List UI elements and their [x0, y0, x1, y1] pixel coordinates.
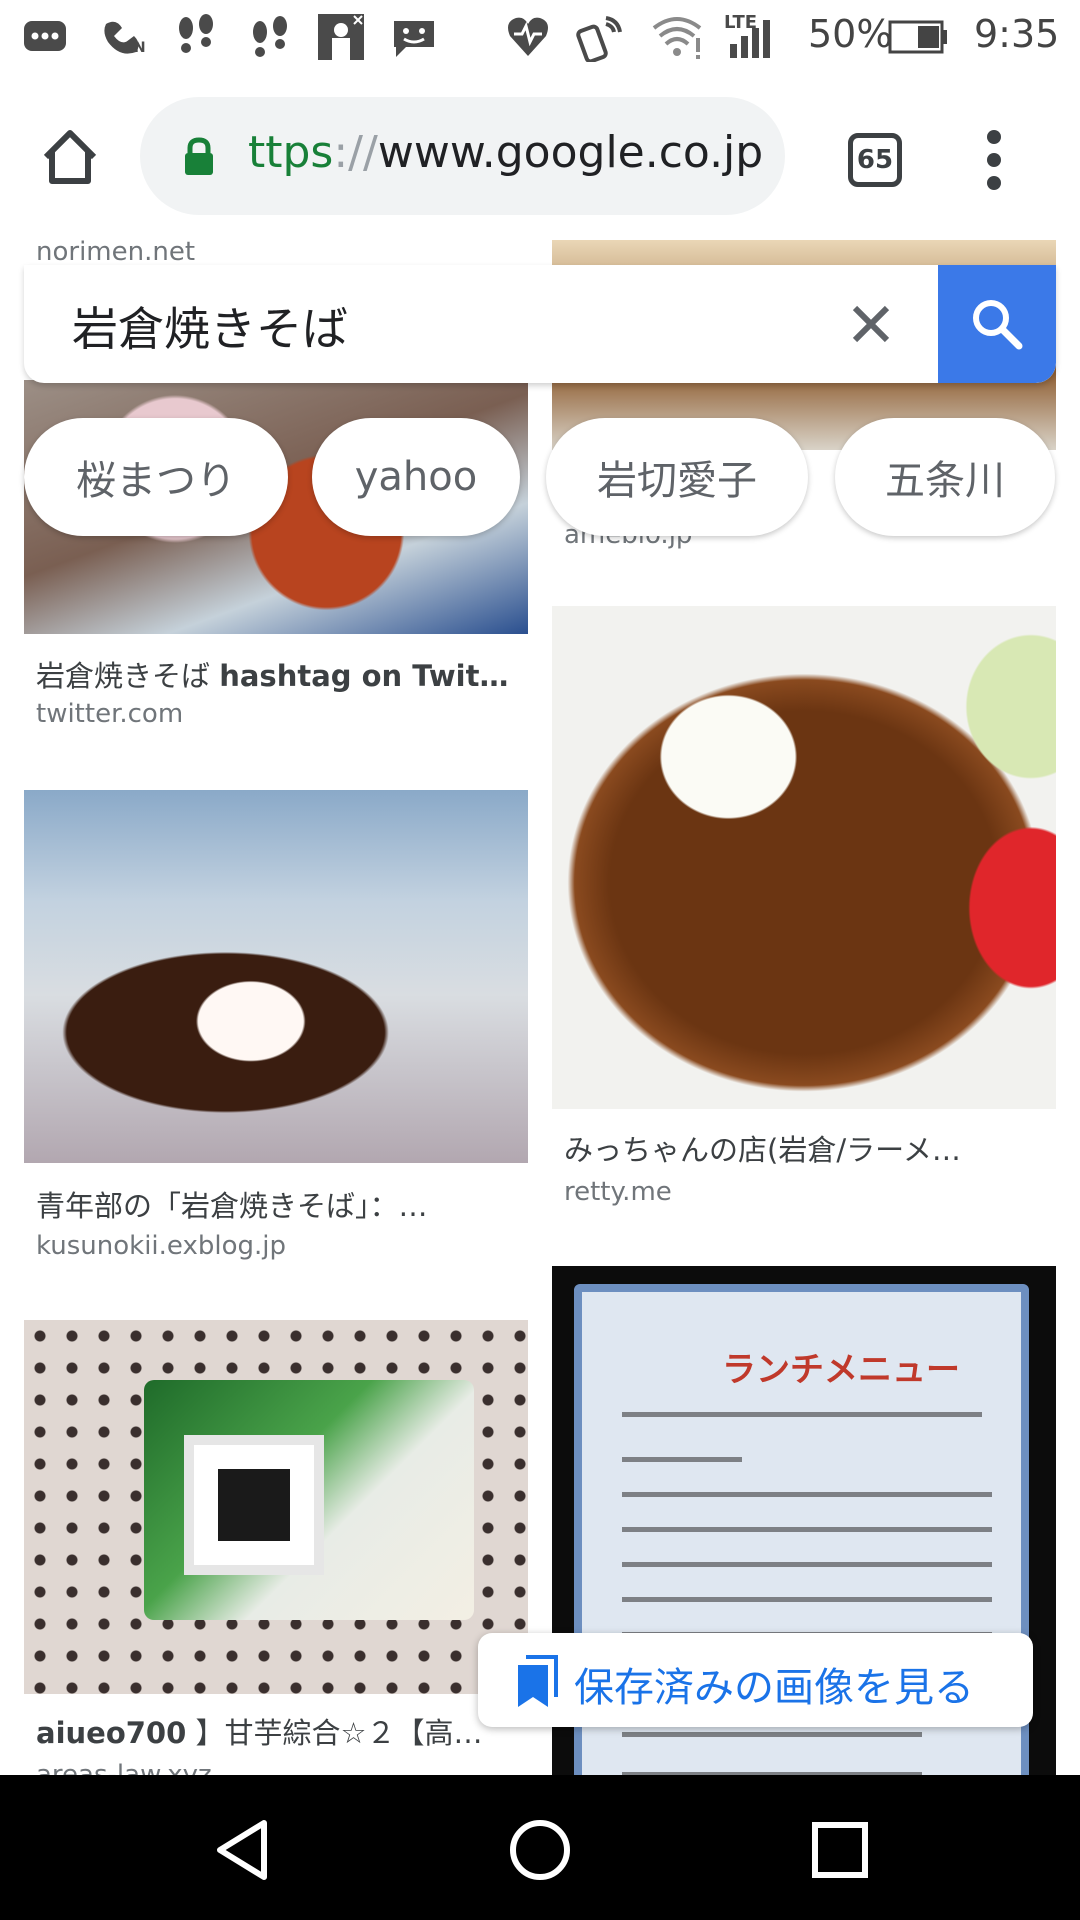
menu-board-title: ランチメニュー: [722, 1350, 960, 1390]
overflow-menu-button[interactable]: [975, 130, 1015, 190]
footsteps-icon: [248, 14, 292, 60]
related-chip[interactable]: 五条川: [835, 418, 1055, 536]
system-navigation-bar: [0, 1775, 1080, 1920]
close-icon: [852, 305, 890, 343]
home-icon: [43, 130, 97, 184]
nfc-tap-icon: [576, 14, 628, 62]
url-host: www.google.co.jp: [377, 127, 764, 178]
footsteps-icon: [174, 14, 218, 60]
search-box[interactable]: 岩倉焼きそば: [24, 265, 1056, 383]
battery-percent: 50%: [808, 12, 893, 56]
related-searches: 桜まつり yahoo 岩切愛子 五条川: [0, 418, 1080, 536]
url-scheme: ttps: [248, 127, 334, 178]
recents-button[interactable]: [795, 1805, 885, 1895]
clock: 9:35: [974, 12, 1060, 56]
related-chip[interactable]: yahoo: [312, 418, 520, 536]
tab-switcher-button[interactable]: 65: [848, 133, 902, 187]
search-input[interactable]: 岩倉焼きそば: [72, 293, 348, 359]
search-icon: [973, 300, 1023, 350]
back-button[interactable]: [196, 1805, 286, 1895]
result-title-en: aiueo700: [36, 1716, 187, 1750]
wifi-icon: [650, 14, 704, 60]
messenger-icon: [22, 14, 68, 60]
back-triangle-icon: [217, 1820, 267, 1880]
saved-images-button[interactable]: 保存済みの画像を見る: [478, 1633, 1033, 1727]
signal-icon: LTE: [724, 12, 778, 60]
network-type: LTE: [724, 12, 758, 33]
result-domain: twitter.com: [36, 699, 184, 729]
circle-home-icon: [510, 1820, 570, 1880]
result-image[interactable]: [24, 790, 528, 1163]
url-separator: ://: [333, 127, 378, 178]
related-chip[interactable]: 岩切愛子: [546, 418, 808, 536]
result-image[interactable]: [552, 606, 1056, 1109]
bookmark-icon: [514, 1653, 560, 1713]
nfc-icon: ON: [100, 14, 150, 60]
heart-rate-icon: [504, 14, 552, 60]
result-title-jp: 岩倉焼きそば: [36, 659, 220, 693]
result-title-jp: 】甘芋綜合☆２【高…: [186, 1716, 483, 1750]
browser-toolbar: ttps://www.google.co.jp 65: [0, 75, 1080, 240]
result-title-en: hashtag on Twit…: [219, 659, 509, 693]
result-title[interactable]: aiueo700 】甘芋綜合☆２【高…: [36, 1710, 516, 1752]
result-domain: kusunokii.exblog.jp: [36, 1231, 286, 1261]
result-domain: norimen.net: [36, 240, 196, 267]
result-image[interactable]: [24, 1320, 528, 1694]
result-title[interactable]: みっちゃんの店(岩倉/ラーメ…: [564, 1127, 1044, 1169]
search-button[interactable]: [938, 265, 1056, 383]
related-chip[interactable]: 桜まつり: [24, 418, 288, 536]
battery-icon: [888, 14, 948, 60]
tab-count: 65: [856, 145, 894, 175]
lock-icon: [182, 137, 216, 181]
url-bar[interactable]: ttps://www.google.co.jp: [140, 97, 785, 215]
clear-search-button[interactable]: [839, 292, 903, 356]
status-bar: ON LTE 50% 9:35: [0, 0, 1080, 75]
home-nav-button[interactable]: [495, 1805, 585, 1895]
result-title[interactable]: 岩倉焼きそば hashtag on Twit…: [36, 653, 516, 695]
url-text: ttps://www.google.co.jp: [248, 127, 763, 178]
square-recents-icon: [812, 1822, 868, 1878]
gallery-icon: [316, 14, 366, 60]
result-title[interactable]: 青年部の「岩倉焼きそば」：…: [36, 1183, 516, 1225]
home-button[interactable]: [30, 117, 110, 197]
saved-images-label: 保存済みの画像を見る: [574, 1665, 974, 1711]
chat-icon: [390, 14, 438, 60]
result-domain: areas-law.xyz: [36, 1760, 212, 1775]
nfc-label: ON: [122, 40, 146, 56]
result-domain: retty.me: [564, 1177, 672, 1207]
